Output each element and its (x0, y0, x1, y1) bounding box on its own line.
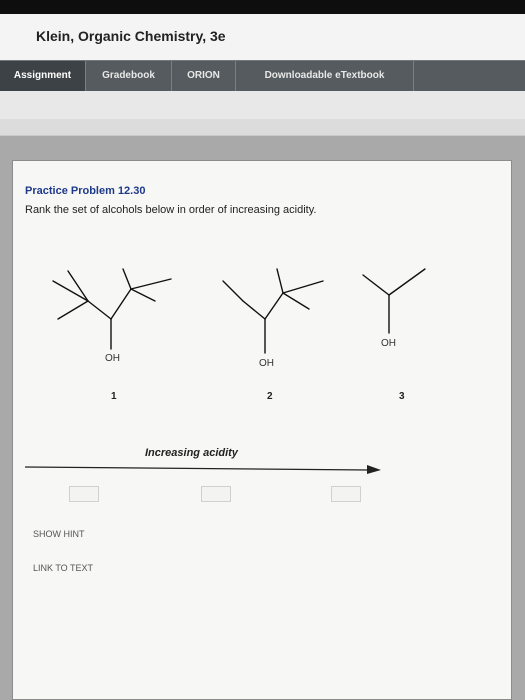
structure-2 (222, 268, 324, 354)
answer-slot-2[interactable] (201, 486, 231, 502)
toolbar-strip-lower (0, 119, 525, 136)
tab-assignment[interactable]: Assignment (0, 61, 86, 91)
answer-slot-1[interactable] (69, 486, 99, 502)
structure-3 (362, 268, 426, 334)
alcohol-structures: OH OH OH (52, 268, 426, 369)
problem-prompt: Rank the set of alcohols below in order … (25, 204, 317, 216)
oh-label-3: OH (381, 338, 396, 349)
window-frame (0, 0, 525, 14)
toolbar-strip (0, 91, 525, 119)
oh-label-1: OH (105, 353, 120, 364)
header-bar: Klein, Organic Chemistry, 3e (0, 14, 525, 61)
nav-bar: Assignment Gradebook ORION Downloadable … (0, 60, 525, 92)
tab-orion[interactable]: ORION (172, 61, 236, 91)
answer-slot-3[interactable] (331, 486, 361, 502)
tab-downloadable-etextbook[interactable]: Downloadable eTextbook (236, 61, 414, 91)
oh-label-2: OH (259, 358, 274, 369)
structure-number-1: 1 (111, 391, 117, 402)
page-title: Klein, Organic Chemistry, 3e (36, 28, 226, 44)
problem-title: Practice Problem 12.30 (25, 185, 146, 197)
structure-1 (52, 268, 172, 350)
link-to-text-button[interactable]: LINK TO TEXT (33, 563, 93, 573)
structure-number-2: 2 (267, 391, 273, 402)
show-hint-button[interactable]: SHOW HINT (33, 529, 85, 539)
increasing-acidity-arrow (24, 465, 381, 474)
increasing-acidity-label: Increasing acidity (145, 447, 238, 459)
tab-gradebook[interactable]: Gradebook (86, 61, 172, 91)
problem-panel: Practice Problem 12.30 Rank the set of a… (12, 160, 512, 700)
structure-number-3: 3 (399, 391, 405, 402)
